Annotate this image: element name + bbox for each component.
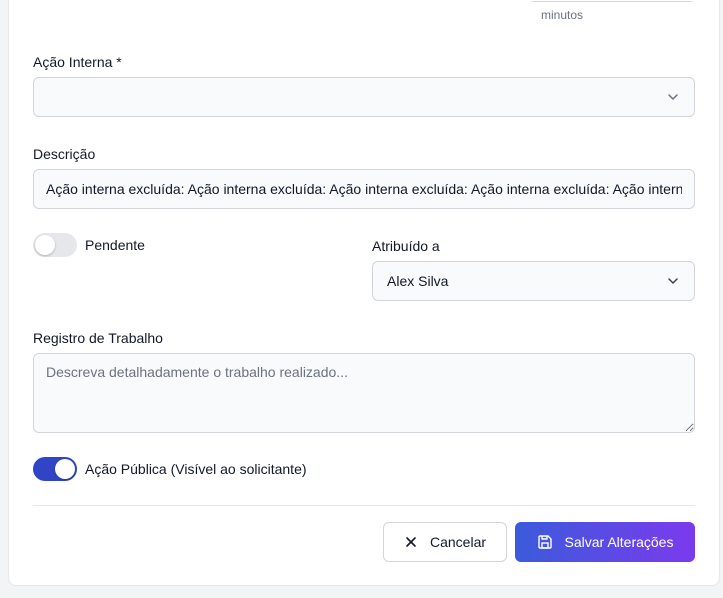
assigned-label: Atribuído a xyxy=(372,238,440,254)
toggle-knob xyxy=(35,235,55,255)
save-icon xyxy=(537,535,552,549)
chevron-down-icon xyxy=(668,278,678,284)
work-log-label: Registro de Trabalho xyxy=(33,330,163,346)
save-button[interactable]: Salvar Alterações xyxy=(515,522,695,562)
pending-label: Pendente xyxy=(85,237,145,253)
pending-toggle[interactable] xyxy=(33,233,77,257)
chevron-down-icon xyxy=(668,94,678,100)
toggle-knob xyxy=(55,459,75,479)
assigned-select[interactable]: Alex Silva xyxy=(372,261,695,301)
cancel-label: Cancelar xyxy=(429,534,487,550)
description-label: Descrição xyxy=(33,146,96,162)
duration-unit-hint: minutos xyxy=(541,8,584,22)
duration-field-edge xyxy=(532,0,692,2)
internal-action-select[interactable] xyxy=(33,77,695,117)
save-label: Salvar Alterações xyxy=(564,534,674,550)
close-icon xyxy=(406,537,416,547)
public-action-toggle[interactable] xyxy=(33,457,77,481)
description-input[interactable] xyxy=(33,169,695,209)
internal-action-label: Ação Interna * xyxy=(33,54,122,70)
divider xyxy=(33,505,695,506)
work-log-textarea[interactable] xyxy=(33,353,695,433)
public-action-label: Ação Pública (Visível ao solicitante) xyxy=(85,461,307,477)
cancel-button[interactable]: Cancelar xyxy=(383,522,507,562)
assigned-value: Alex Silva xyxy=(387,273,449,289)
